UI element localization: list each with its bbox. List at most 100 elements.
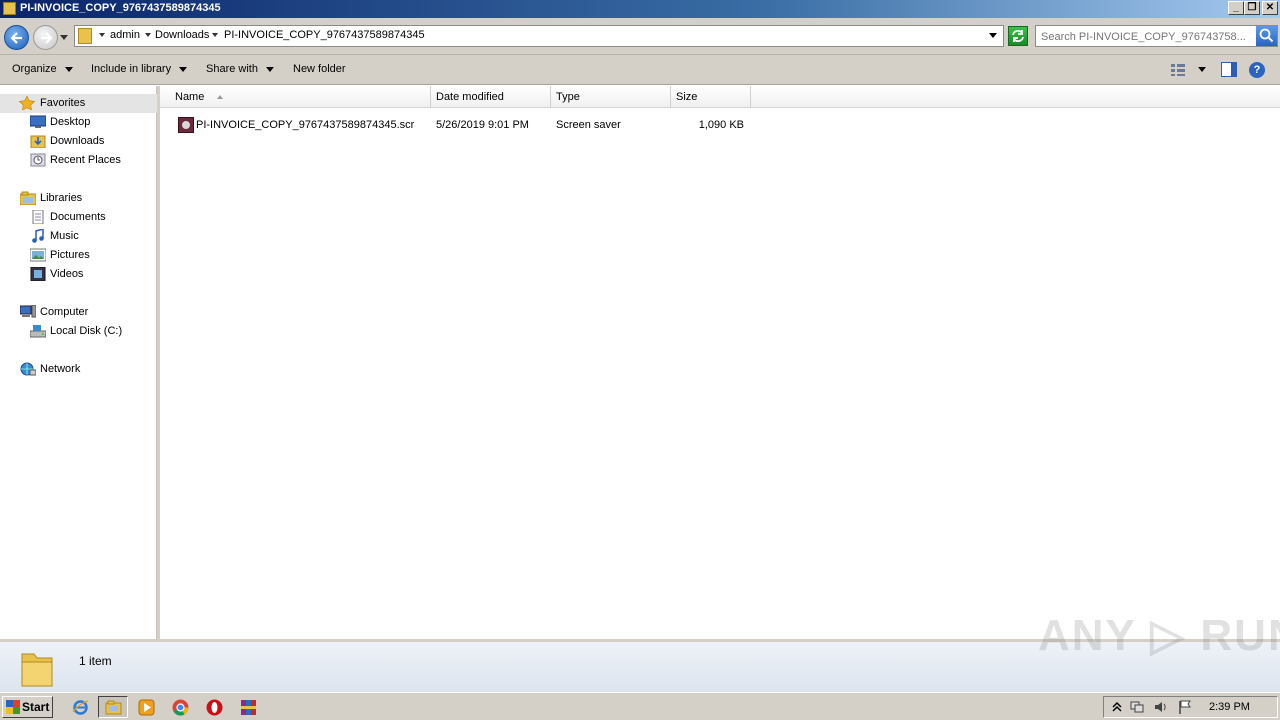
system-tray: 2:39 PM: [1103, 696, 1278, 718]
view-options-dropdown[interactable]: [1198, 67, 1206, 72]
taskbar-media-player[interactable]: [131, 696, 161, 718]
folder-icon: [78, 28, 92, 44]
flag-icon[interactable]: [1178, 700, 1192, 714]
file-size: 1,090 KB: [698, 119, 744, 131]
breadcrumb-downloads[interactable]: Downloads: [155, 29, 209, 41]
organize-button[interactable]: Organize: [12, 63, 73, 75]
chevron-down-icon[interactable]: [145, 33, 151, 37]
breadcrumb-current-folder[interactable]: PI-INVOICE_COPY_9767437589874345: [224, 29, 425, 41]
nav-item-favorites[interactable]: Favorites: [0, 94, 157, 113]
taskbar-internet-explorer[interactable]: [65, 696, 95, 718]
nav-item-desktop[interactable]: Desktop: [30, 113, 150, 132]
recent-places-icon: [30, 153, 46, 167]
nav-item-documents[interactable]: Documents: [30, 208, 150, 227]
nav-item-videos[interactable]: Videos: [30, 265, 150, 284]
taskbar-chrome[interactable]: [165, 696, 195, 718]
column-header-type[interactable]: Type: [551, 86, 671, 108]
help-icon[interactable]: ?: [1249, 62, 1265, 78]
back-button[interactable]: [4, 25, 29, 50]
music-icon: [32, 229, 44, 243]
taskbar-opera[interactable]: [199, 696, 229, 718]
address-bar[interactable]: admin Downloads PI-INVOICE_COPY_97674375…: [74, 25, 1004, 47]
nav-recent-places-label: Recent Places: [50, 154, 121, 166]
include-in-library-button[interactable]: Include in library: [91, 63, 188, 75]
search-button[interactable]: [1256, 26, 1277, 46]
organize-label: Organize: [12, 63, 57, 75]
recent-pages-dropdown[interactable]: [60, 33, 68, 41]
computer-icon: [20, 305, 36, 318]
nav-local-disk-label: Local Disk (C:): [50, 325, 123, 337]
clock[interactable]: 2:39 PM: [1209, 701, 1250, 713]
address-dropdown[interactable]: [989, 33, 997, 38]
pictures-icon: [30, 248, 46, 262]
column-type-label: Type: [556, 91, 580, 103]
action-center-icon[interactable]: [1130, 700, 1144, 714]
nav-item-recent-places[interactable]: Recent Places: [30, 151, 150, 170]
screensaver-file-icon: [178, 117, 194, 133]
close-button[interactable]: ✕: [1262, 1, 1278, 15]
column-size-label: Size: [676, 91, 698, 103]
arrow-left-icon: [10, 32, 22, 44]
column-name-label: Name: [175, 91, 205, 103]
taskbar-windows-explorer[interactable]: [98, 696, 128, 718]
network-icon: [20, 362, 36, 376]
documents-icon: [32, 210, 44, 224]
refresh-button[interactable]: [1008, 26, 1028, 46]
folder-icon: [21, 653, 53, 687]
nav-desktop-label: Desktop: [50, 116, 91, 128]
chevron-down-icon[interactable]: [99, 33, 105, 37]
column-header-size[interactable]: Size: [671, 86, 751, 108]
nav-item-network[interactable]: Network: [20, 360, 150, 379]
nav-libraries-label: Libraries: [40, 192, 83, 204]
opera-icon: [206, 699, 223, 716]
share-with-button[interactable]: Share with: [206, 63, 274, 75]
restore-button[interactable]: ❐: [1244, 1, 1260, 15]
nav-item-computer[interactable]: Computer: [20, 303, 150, 322]
windows-explorer-icon: [105, 700, 122, 715]
nav-computer-label: Computer: [40, 306, 89, 318]
nav-videos-label: Videos: [50, 268, 84, 280]
chevron-down-icon: [265, 66, 274, 72]
arrow-right-icon: [41, 32, 53, 44]
forward-button[interactable]: [33, 25, 58, 50]
search-input[interactable]: [1041, 29, 1251, 44]
chevron-down-icon: [179, 66, 188, 72]
column-header-name[interactable]: Name: [170, 86, 431, 108]
nav-item-libraries[interactable]: Libraries: [20, 189, 150, 208]
column-headers: Name Date modified Type Size: [160, 86, 1280, 108]
sort-ascending-icon: [217, 95, 223, 99]
minimize-button[interactable]: _: [1228, 1, 1244, 15]
breadcrumb-admin[interactable]: admin: [110, 29, 140, 41]
nav-network-label: Network: [40, 363, 81, 375]
nav-favorites-label: Favorites: [40, 97, 86, 109]
nav-item-music[interactable]: Music: [30, 227, 150, 246]
window-title: PI-INVOICE_COPY_9767437589874345: [20, 2, 221, 14]
nav-item-downloads[interactable]: Downloads: [30, 132, 150, 151]
file-list: Name Date modified Type Size PI-INVOICE_…: [160, 86, 1280, 639]
hard-drive-icon: [30, 325, 46, 338]
start-button[interactable]: Start: [2, 696, 53, 718]
change-view-icon[interactable]: [1170, 63, 1186, 77]
chevron-down-icon: [64, 66, 73, 72]
nav-item-pictures[interactable]: Pictures: [30, 246, 150, 265]
title-bar[interactable]: PI-INVOICE_COPY_9767437589874345 _ ❐ ✕: [0, 0, 1280, 18]
nav-item-local-disk[interactable]: Local Disk (C:): [30, 322, 150, 341]
column-header-date-modified[interactable]: Date modified: [431, 86, 551, 108]
videos-icon: [30, 267, 46, 281]
downloads-folder-icon: [30, 135, 46, 148]
chevron-down-icon[interactable]: [212, 33, 218, 37]
new-folder-button[interactable]: New folder: [293, 63, 346, 75]
desktop-icon: [30, 115, 46, 128]
file-row[interactable]: PI-INVOICE_COPY_9767437589874345.scr 5/2…: [160, 116, 760, 135]
search-box[interactable]: [1035, 25, 1278, 47]
show-hidden-icons-icon[interactable]: [1110, 700, 1124, 714]
taskbar-winrar[interactable]: [233, 696, 263, 718]
navigation-pane: Favorites Desktop Downloads Recent Place…: [0, 86, 157, 639]
nav-pictures-label: Pictures: [50, 249, 90, 261]
volume-icon[interactable]: [1154, 700, 1168, 714]
internet-explorer-icon: [72, 700, 89, 715]
chrome-icon: [172, 699, 189, 716]
preview-pane-button[interactable]: [1221, 62, 1237, 77]
search-icon: [1259, 28, 1274, 43]
start-label: Start: [22, 700, 50, 714]
